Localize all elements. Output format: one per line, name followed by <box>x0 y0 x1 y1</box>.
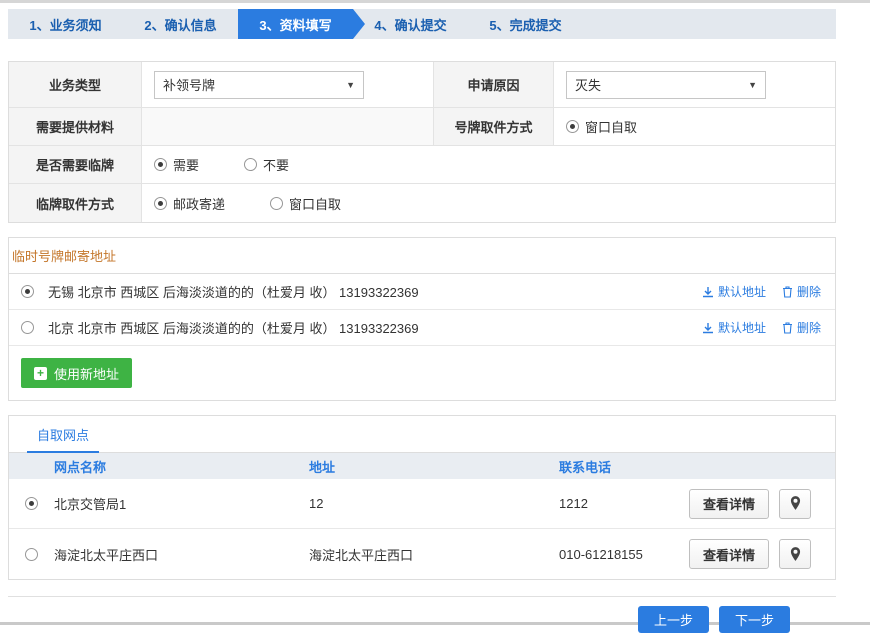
address-1-set-default-link[interactable]: 默认地址 <box>702 283 766 300</box>
address-1-delete-label: 删除 <box>797 283 821 300</box>
next-step-button[interactable]: 下一步 <box>719 606 790 633</box>
pickup-1-map-button[interactable] <box>779 489 811 519</box>
address-1-delete-link[interactable]: 删除 <box>782 283 821 300</box>
temp-pickup-window-option: 窗口自取 <box>270 194 341 213</box>
prev-step-button[interactable]: 上一步 <box>638 606 709 633</box>
pickup-tab-row: 自取网点 <box>9 416 835 453</box>
default-address-icon <box>702 322 714 334</box>
trash-icon <box>782 286 793 298</box>
pickup-2-actions: 查看详情 <box>689 539 835 569</box>
temp-need-option-yes: 需要 <box>154 155 199 174</box>
temp-pickup-label: 临牌取件方式 <box>9 184 142 222</box>
temp-pickup-window-label: 窗口自取 <box>289 194 341 213</box>
address-2-actions: 默认地址 删除 <box>702 319 821 336</box>
pickup-point-panel: 自取网点 网点名称 地址 联系电话 北京交管局1 12 1212 查看详情 <box>8 415 836 580</box>
business-type-value: 补领号牌 <box>163 75 215 94</box>
pickup-2-phone: 010-61218155 <box>559 547 689 562</box>
chevron-down-icon: ▼ <box>346 80 355 90</box>
step-2-confirm-info[interactable]: 2、确认信息 <box>123 9 238 39</box>
temp-need-yes-label: 需要 <box>173 155 199 174</box>
application-form-table: 业务类型 补领号牌 ▼ 申请原因 灭失 ▼ 需要提供材料 号牌取件方式 <box>8 61 836 223</box>
step-1-business-notice[interactable]: 1、业务须知 <box>8 9 123 39</box>
step-bar: 1、业务须知 2、确认信息 3、资料填写 4、确认提交 5、完成提交 <box>8 9 836 39</box>
plus-icon: + <box>34 367 47 380</box>
materials-value-cell <box>142 108 434 146</box>
pickup-1-actions: 查看详情 <box>689 489 835 519</box>
plate-pickup-option-label: 窗口自取 <box>585 117 637 136</box>
pickup-2-address: 海淀北太平庄西口 <box>309 545 559 564</box>
content: 1、业务须知 2、确认信息 3、资料填写 4、确认提交 5、完成提交 业务类型 … <box>8 9 836 633</box>
apply-reason-label: 申请原因 <box>434 62 554 108</box>
pickup-1-name: 北京交管局1 <box>54 494 309 513</box>
address-2-text: 北京 北京市 西城区 后海淡淡道的的（杜爱月 收） 13193322369 <box>48 318 702 337</box>
temp-need-cell: 需要 不要 <box>142 146 835 184</box>
address-2-delete-link[interactable]: 删除 <box>782 319 821 336</box>
plate-pickup-radio[interactable] <box>566 120 579 133</box>
address-2-radio[interactable] <box>21 321 34 334</box>
pickup-row-2: 海淀北太平庄西口 海淀北太平庄西口 010-61218155 查看详情 <box>9 529 835 579</box>
mailing-address-title-row: 临时号牌邮寄地址 <box>9 238 835 274</box>
pickup-2-map-button[interactable] <box>779 539 811 569</box>
temp-need-no-label: 不要 <box>263 155 289 174</box>
temp-pickup-window-radio[interactable] <box>270 197 283 210</box>
temp-pickup-post-radio[interactable] <box>154 197 167 210</box>
pickup-table-header: 网点名称 地址 联系电话 <box>9 453 835 479</box>
materials-label: 需要提供材料 <box>9 108 142 146</box>
tab-pickup-points[interactable]: 自取网点 <box>27 416 99 453</box>
pickup-1-radio[interactable] <box>25 497 38 510</box>
pickup-row-1: 北京交管局1 12 1212 查看详情 <box>9 479 835 529</box>
pickup-2-name: 海淀北太平庄西口 <box>54 545 309 564</box>
pickup-1-phone: 1212 <box>559 496 689 511</box>
step-4-confirm-submit[interactable]: 4、确认提交 <box>353 9 468 39</box>
address-1-radio[interactable] <box>21 285 34 298</box>
temp-need-label: 是否需要临牌 <box>9 146 142 184</box>
apply-reason-cell: 灭失 ▼ <box>554 62 835 108</box>
temp-pickup-cell: 邮政寄递 窗口自取 <box>142 184 835 222</box>
page: 1、业务须知 2、确认信息 3、资料填写 4、确认提交 5、完成提交 业务类型 … <box>0 0 870 625</box>
plate-pickup-option: 窗口自取 <box>566 117 637 136</box>
temp-need-option-no: 不要 <box>244 155 289 174</box>
business-type-select[interactable]: 补领号牌 ▼ <box>154 71 364 99</box>
default-address-icon <box>702 286 714 298</box>
trash-icon <box>782 322 793 334</box>
mailing-address-title: 临时号牌邮寄地址 <box>12 249 116 264</box>
footer: 上一步 下一步 <box>8 596 836 633</box>
step-3-fill-data[interactable]: 3、资料填写 <box>238 9 353 39</box>
address-2-set-default-link[interactable]: 默认地址 <box>702 319 766 336</box>
address-2-delete-label: 删除 <box>797 319 821 336</box>
use-new-address-label: 使用新地址 <box>54 364 119 383</box>
step-5-complete-submit[interactable]: 5、完成提交 <box>468 9 583 39</box>
mailing-address-panel: 临时号牌邮寄地址 无锡 北京市 西城区 后海淡淡道的的（杜爱月 收） 13193… <box>8 237 836 401</box>
temp-pickup-option-post: 邮政寄递 <box>154 194 225 213</box>
chevron-down-icon: ▼ <box>748 80 757 90</box>
column-header-phone: 联系电话 <box>559 457 835 476</box>
location-pin-icon <box>790 547 801 562</box>
temp-pickup-post-label: 邮政寄递 <box>173 194 225 213</box>
pickup-2-view-detail-button[interactable]: 查看详情 <box>689 539 769 569</box>
apply-reason-select[interactable]: 灭失 ▼ <box>566 71 766 99</box>
address-1-text: 无锡 北京市 西城区 后海淡淡道的的（杜爱月 收） 13193322369 <box>48 282 702 301</box>
address-1-actions: 默认地址 删除 <box>702 283 821 300</box>
address-row-1: 无锡 北京市 西城区 后海淡淡道的的（杜爱月 收） 13193322369 默认… <box>9 274 835 310</box>
column-header-address: 地址 <box>309 457 559 476</box>
temp-need-no-radio[interactable] <box>244 158 257 171</box>
address-row-2: 北京 北京市 西城区 后海淡淡道的的（杜爱月 收） 13193322369 默认… <box>9 310 835 346</box>
temp-need-yes-radio[interactable] <box>154 158 167 171</box>
business-type-cell: 补领号牌 ▼ <box>142 62 434 108</box>
address-1-set-default-label: 默认地址 <box>718 283 766 300</box>
apply-reason-value: 灭失 <box>575 75 601 94</box>
location-pin-icon <box>790 496 801 511</box>
column-header-name: 网点名称 <box>54 457 309 476</box>
use-new-address-button[interactable]: + 使用新地址 <box>21 358 132 388</box>
pickup-1-address: 12 <box>309 496 559 511</box>
pickup-2-radio[interactable] <box>25 548 38 561</box>
pickup-1-view-detail-button[interactable]: 查看详情 <box>689 489 769 519</box>
plate-pickup-label: 号牌取件方式 <box>434 108 554 146</box>
business-type-label: 业务类型 <box>9 62 142 108</box>
address-2-set-default-label: 默认地址 <box>718 319 766 336</box>
plate-pickup-cell: 窗口自取 <box>554 108 835 146</box>
